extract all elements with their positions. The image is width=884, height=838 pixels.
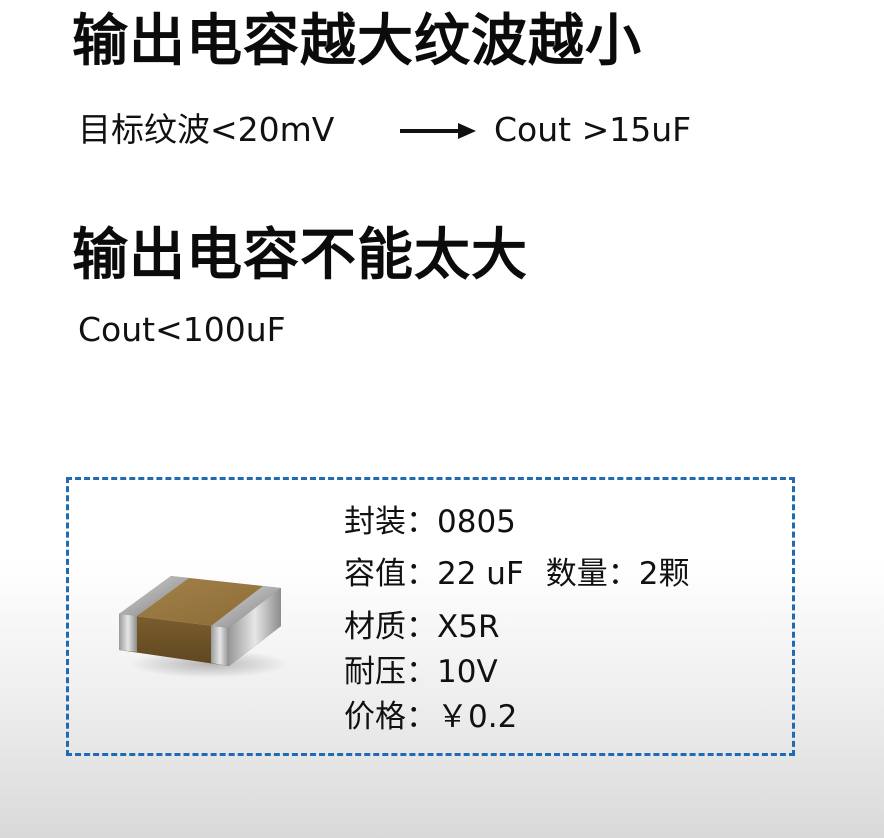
spec-voltage: 耐压：10V <box>344 657 498 688</box>
spec-price-value: ￥0.2 <box>437 699 518 735</box>
spec-capacitance-value: 22 uF <box>437 556 524 592</box>
spec-voltage-value: 10V <box>437 654 498 690</box>
capacitor-chip-image <box>119 576 289 678</box>
spec-capacitance-label: 容值： <box>344 556 437 592</box>
heading-ripple-rule: 输出电容越大纹波越小 <box>72 9 642 74</box>
spec-material: 材质：X5R <box>344 612 500 643</box>
spec-package-value: 0805 <box>437 504 516 540</box>
right-arrow-icon <box>400 123 476 139</box>
ripple-target-text: 目标纹波<20mV <box>78 110 335 149</box>
spec-price-label: 价格： <box>344 699 437 735</box>
cout-maximum-text: Cout<100uF <box>78 310 286 349</box>
spec-package-label: 封装： <box>344 504 437 540</box>
spec-material-label: 材质： <box>344 609 437 645</box>
spec-material-value: X5R <box>437 609 500 645</box>
spec-price: 价格：￥0.2 <box>344 702 517 733</box>
component-spec-box: 封装：0805 容值：22 uF 数量：2颗 材质：X5R 耐压：10V 价格：￥… <box>66 477 795 756</box>
heading-capacitance-limit: 输出电容不能太大 <box>72 223 528 288</box>
spec-package: 封装：0805 <box>344 507 516 538</box>
spec-voltage-label: 耐压： <box>344 654 437 690</box>
cout-minimum-text: Cout >15uF <box>494 110 692 149</box>
spec-quantity-label: 数量： <box>545 556 639 592</box>
spec-capacitance: 容值：22 uF 数量：2颗 <box>344 559 690 590</box>
spec-quantity-value: 2颗 <box>638 556 690 592</box>
